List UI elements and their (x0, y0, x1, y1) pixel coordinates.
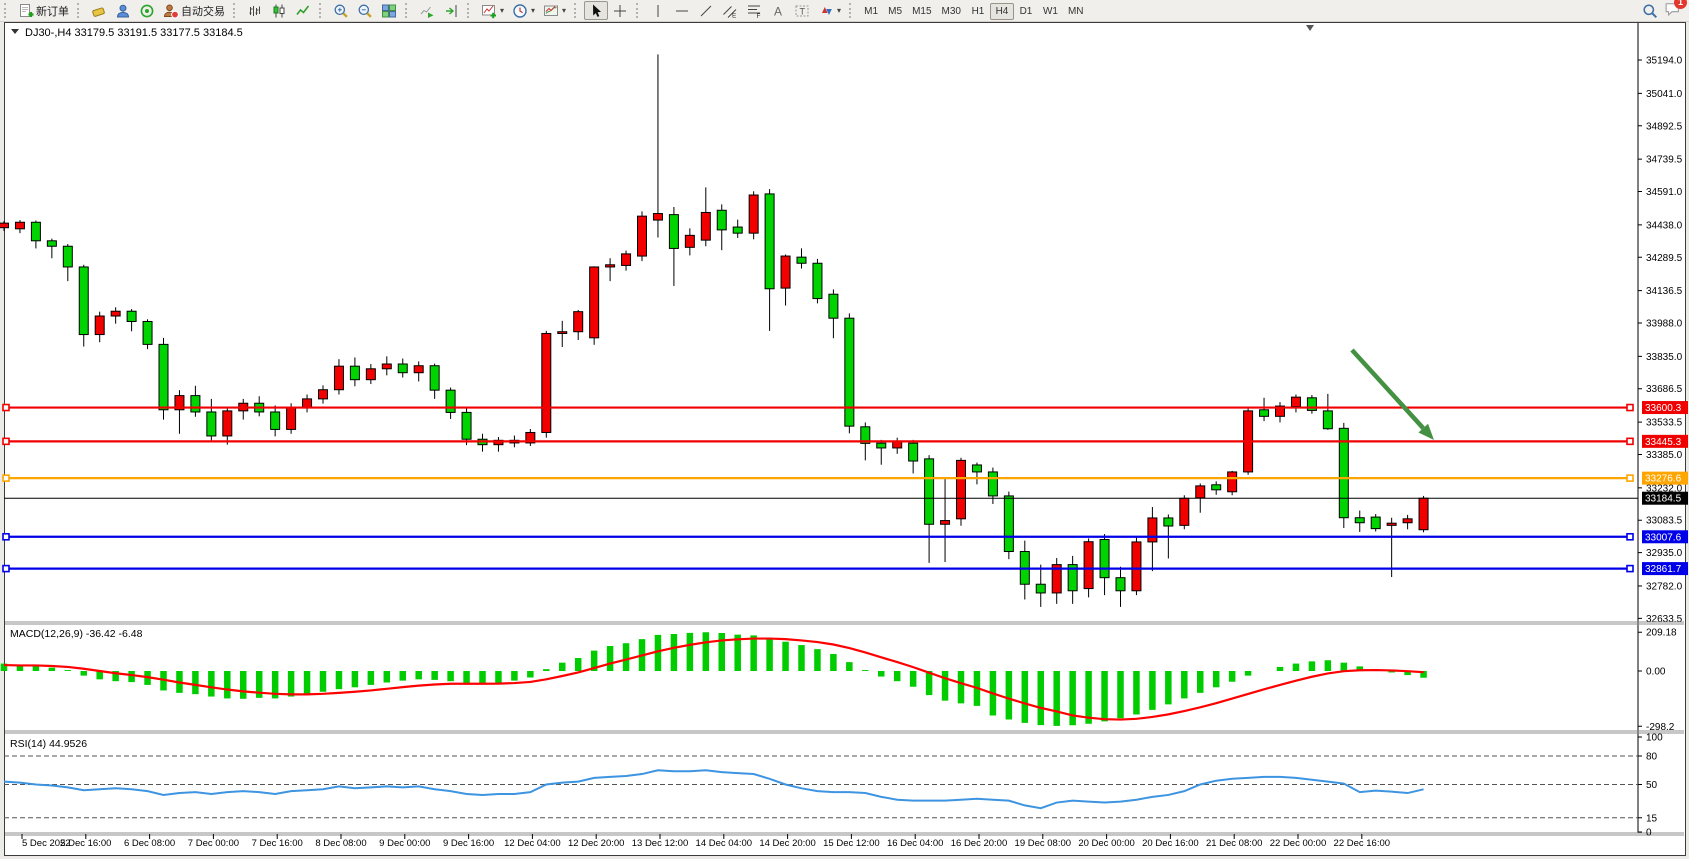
toolbar-gripper (77, 3, 84, 18)
trendline-icon (698, 3, 714, 19)
svg-text:A: A (774, 4, 782, 18)
dropdown-caret: ▾ (500, 6, 504, 15)
timeframe-button-h1[interactable]: H1 (966, 3, 990, 20)
svg-text:E: E (732, 12, 737, 19)
new-order-button[interactable]: 新订单 (14, 1, 73, 20)
tile-windows-icon (381, 3, 397, 19)
cursor-icon (588, 3, 604, 19)
zoom-in-button[interactable] (329, 1, 353, 20)
zoom-out-button[interactable] (353, 1, 377, 20)
periods-button[interactable]: ▾ (508, 1, 539, 20)
timeframe-group: M1M5M15M30H1H4D1W1MN (859, 1, 1088, 20)
template-icon (543, 3, 559, 19)
line-chart-mode-button[interactable] (291, 1, 315, 20)
crosshair-icon (612, 3, 628, 19)
clock-icon (512, 3, 528, 19)
new-order-icon (18, 3, 34, 19)
signal-button[interactable] (135, 1, 159, 20)
crosshair-tool-button[interactable] (608, 1, 632, 20)
profile-person-icon (115, 3, 131, 19)
profile-button[interactable] (111, 1, 135, 20)
timeframe-button-m30[interactable]: M30 (937, 3, 966, 20)
arrow-shapes-icon (818, 3, 834, 19)
arrows-tool-button[interactable]: ▾ (814, 1, 845, 20)
svg-text:F: F (757, 13, 761, 19)
dropdown-caret: ▾ (531, 6, 535, 15)
text-tool-button[interactable]: A (766, 1, 790, 20)
vertical-line-icon (650, 3, 666, 19)
dropdown-caret: ▾ (562, 6, 566, 15)
chart-window[interactable] (4, 22, 1686, 856)
equidistant-channel-icon: E (722, 3, 738, 19)
svg-text:T: T (800, 6, 806, 16)
vertical-line-tool-button[interactable] (646, 1, 670, 20)
candlestick-icon (271, 3, 287, 19)
toolbar-right: 1 (1642, 0, 1681, 21)
bar-chart-icon (247, 3, 263, 19)
search-icon[interactable] (1642, 3, 1658, 19)
tile-windows-button[interactable] (377, 1, 401, 20)
candlestick-mode-button[interactable] (267, 1, 291, 20)
dropdown-caret: ▾ (837, 6, 841, 15)
toolbar-gripper (319, 3, 326, 18)
toolbar-gripper (4, 3, 11, 18)
text-label-icon: T (794, 3, 810, 19)
timeframe-button-mn[interactable]: MN (1063, 3, 1089, 20)
autotrading-label: 自动交易 (181, 3, 225, 19)
toolbar-gripper (405, 3, 412, 18)
autotrading-button[interactable]: 自动交易 (159, 1, 229, 20)
indicators-button[interactable]: ▾ (477, 1, 508, 20)
toolbar: 新订单 自动交易 ▾ ▾ (0, 0, 1689, 22)
horizontal-line-icon (674, 3, 690, 19)
auto-scroll-icon (419, 3, 435, 19)
zoom-out-icon (357, 3, 373, 19)
timeframe-button-m15[interactable]: M15 (907, 3, 936, 20)
toolbar-gripper (574, 3, 581, 18)
timeframe-button-m5[interactable]: M5 (883, 3, 907, 20)
new-order-label: 新订单 (36, 3, 69, 19)
templates-button[interactable]: ▾ (539, 1, 570, 20)
text-label-tool-button[interactable]: T (790, 1, 814, 20)
signal-icon (139, 3, 155, 19)
toolbar-gripper (636, 3, 643, 18)
line-chart-icon (295, 3, 311, 19)
timeframe-button-m1[interactable]: M1 (859, 3, 883, 20)
notification-badge: 1 (1674, 0, 1687, 9)
auto-scroll-button[interactable] (415, 1, 439, 20)
sponge-tool-button[interactable] (87, 1, 111, 20)
channel-tool-button[interactable]: E (718, 1, 742, 20)
text-icon: A (770, 3, 786, 19)
chart-shift-icon (443, 3, 459, 19)
fibonacci-icon: F (746, 3, 762, 19)
toolbar-gripper (849, 3, 856, 18)
toolbar-gripper (233, 3, 240, 18)
trendline-tool-button[interactable] (694, 1, 718, 20)
toolbar-gripper (467, 3, 474, 18)
zoom-in-icon (333, 3, 349, 19)
timeframe-button-w1[interactable]: W1 (1038, 3, 1063, 20)
fibonacci-tool-button[interactable]: F (742, 1, 766, 20)
autotrading-icon (163, 3, 179, 19)
timeframe-button-h4[interactable]: H4 (990, 3, 1014, 20)
cursor-tool-button[interactable] (584, 1, 608, 20)
sponge-icon (91, 3, 107, 19)
chart-shift-button[interactable] (439, 1, 463, 20)
bar-chart-mode-button[interactable] (243, 1, 267, 20)
indicators-icon (481, 3, 497, 19)
horizontal-line-tool-button[interactable] (670, 1, 694, 20)
chat-button[interactable]: 1 (1664, 0, 1681, 22)
timeframe-button-d1[interactable]: D1 (1014, 3, 1038, 20)
